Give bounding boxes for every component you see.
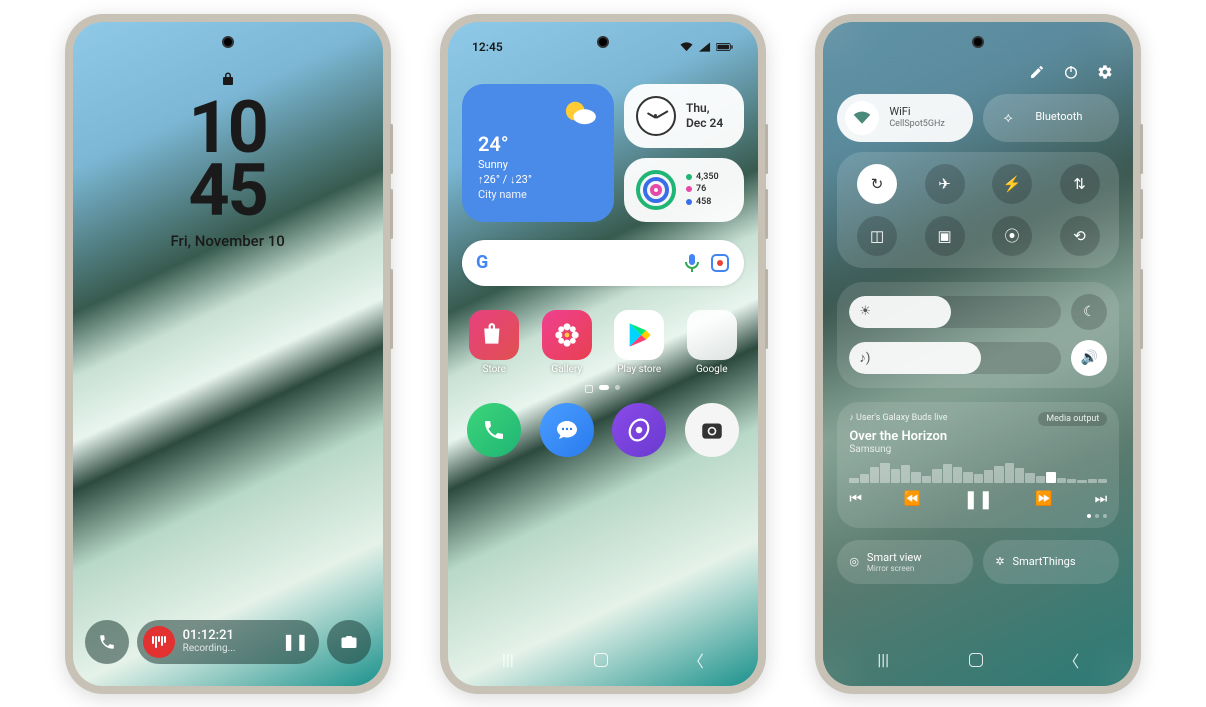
cast-icon: ◎ <box>849 555 859 568</box>
nav-bar: ||| 〈 <box>837 642 1119 678</box>
page-indicator[interactable] <box>462 385 744 393</box>
media-artist: Samsung <box>849 444 1107 455</box>
media-next-track[interactable]: ⏭ <box>1095 491 1108 507</box>
weather-widget[interactable]: 24° Sunny ↑26° / ↓23° City name <box>462 84 614 222</box>
nav-back[interactable]: 〈 <box>688 648 704 672</box>
smartview-chip[interactable]: ◎ Smart viewMirror screen <box>837 540 973 584</box>
status-time: 12:45 <box>472 40 503 54</box>
phone-lockscreen: 10 45 Fri, November 10 01:12:21 Recordin… <box>65 14 391 694</box>
sound-toggle[interactable]: 🔊 <box>1071 340 1107 376</box>
location-toggle[interactable]: ⦿ <box>992 216 1032 256</box>
lockscreen-clock: 10 45 <box>188 96 267 223</box>
app-playstore[interactable]: Play store <box>607 310 672 375</box>
health-widget[interactable]: 4,350 76 458 <box>624 158 744 222</box>
media-device: ♪ User's Galaxy Buds live <box>849 412 947 426</box>
bluetooth-tile[interactable]: ⟡ Bluetooth <box>983 94 1119 142</box>
smartthings-icon: ✲ <box>995 555 1004 568</box>
app-google-folder[interactable]: Google <box>679 310 744 375</box>
weather-hilo: ↑26° / ↓23° <box>478 173 598 186</box>
rotation-toggle[interactable]: ⟲ <box>1060 216 1100 256</box>
brightness-icon: ☀ <box>859 304 871 319</box>
nav-recents[interactable]: ||| <box>502 650 514 669</box>
recording-label: Recording... <box>183 643 274 654</box>
media-output-button[interactable]: Media output <box>1038 412 1107 426</box>
settings-icon[interactable] <box>1097 64 1113 80</box>
dock-camera[interactable] <box>685 403 739 457</box>
phone-homescreen: 12:45 24° Sunny ↑26° / ↓23° City name <box>440 14 766 694</box>
data-toggle[interactable]: ⇅ <box>1060 164 1100 204</box>
nav-recents[interactable]: ||| <box>877 650 889 669</box>
app-store[interactable]: Store <box>462 310 527 375</box>
lockscreen-date: Fri, November 10 <box>170 232 284 250</box>
camera-shortcut[interactable] <box>327 620 371 664</box>
google-search-bar[interactable]: G <box>462 240 744 286</box>
analog-clock-icon <box>636 96 676 136</box>
bluetooth-icon: ⟡ <box>991 101 1025 135</box>
google-logo-icon: G <box>476 252 488 273</box>
lens-icon[interactable] <box>710 253 730 273</box>
battery-toggle[interactable]: ▣ <box>925 216 965 256</box>
weather-icon <box>478 98 598 128</box>
recording-time: 01:12:21 <box>183 629 274 643</box>
cast-toggle[interactable]: ◫ <box>857 216 897 256</box>
power-icon[interactable] <box>1063 64 1079 80</box>
wifi-icon <box>845 101 879 135</box>
edit-icon[interactable] <box>1029 64 1045 80</box>
dnd-toggle[interactable]: ☾ <box>1071 294 1107 330</box>
media-player[interactable]: ♪ User's Galaxy Buds live Media output O… <box>837 402 1119 528</box>
smartthings-chip[interactable]: ✲ SmartThings <box>983 540 1119 584</box>
sync-toggle[interactable]: ↻ <box>857 164 897 204</box>
recording-notification[interactable]: 01:12:21 Recording... ❚❚ <box>137 620 319 664</box>
media-pause[interactable]: ❚❚ <box>963 489 993 510</box>
nav-home[interactable] <box>969 653 983 667</box>
weather-temp: 24° <box>478 132 598 156</box>
dock-messages[interactable] <box>540 403 594 457</box>
dock <box>462 403 744 457</box>
pause-icon[interactable]: ❚❚ <box>282 632 309 651</box>
dock-phone[interactable] <box>467 403 521 457</box>
nav-home[interactable] <box>594 653 608 667</box>
nav-bar: ||| 〈 <box>462 642 744 678</box>
volume-slider[interactable]: ♪) <box>849 342 1061 374</box>
nav-back[interactable]: 〈 <box>1063 648 1079 672</box>
weather-city: City name <box>478 188 598 201</box>
flashlight-toggle[interactable]: ⚡ <box>992 164 1032 204</box>
media-forward[interactable]: ⏩ <box>1035 491 1052 507</box>
wifi-tile[interactable]: WiFiCellSpot5GHz <box>837 94 973 142</box>
status-icons <box>680 42 734 52</box>
media-rewind[interactable]: ⏪ <box>904 491 921 507</box>
dock-browser[interactable] <box>612 403 666 457</box>
record-icon <box>143 626 175 658</box>
media-waveform[interactable] <box>849 461 1107 483</box>
clock-widget[interactable]: Thu, Dec 24 <box>624 84 744 148</box>
brightness-slider[interactable]: ☀ <box>849 296 1061 328</box>
volume-icon: ♪) <box>859 350 870 366</box>
media-prev-track[interactable]: ⏮ <box>849 491 862 507</box>
weather-desc: Sunny <box>478 158 598 171</box>
app-gallery[interactable]: Gallery <box>534 310 599 375</box>
airplane-toggle[interactable]: ✈ <box>925 164 965 204</box>
phone-quickpanel: WiFiCellSpot5GHz ⟡ Bluetooth ↻ ✈ ⚡ ⇅ ◫ ▣… <box>815 14 1141 694</box>
health-rings-icon <box>636 170 676 210</box>
media-title: Over the Horizon <box>849 429 1107 444</box>
mic-icon[interactable] <box>684 253 700 273</box>
phone-shortcut[interactable] <box>85 620 129 664</box>
